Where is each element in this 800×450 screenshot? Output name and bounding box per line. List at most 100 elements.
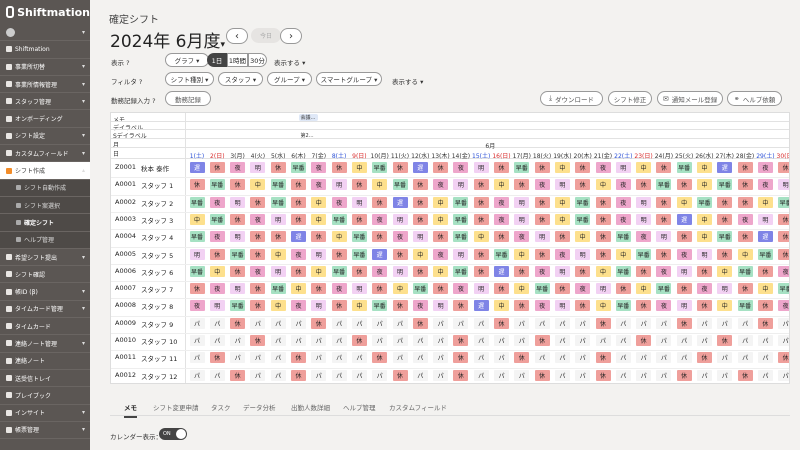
shift-cell[interactable]: パ (717, 369, 733, 381)
shift-cell[interactable]: 休 (209, 162, 225, 173)
shift-cell[interactable]: パ (615, 335, 631, 346)
shift-cell[interactable]: 明 (331, 179, 347, 191)
shift-cell[interactable]: パ (757, 369, 773, 381)
shift-cell[interactable]: 休 (351, 179, 367, 191)
shift-cell[interactable]: 明 (453, 248, 469, 260)
sidebar-item-1[interactable]: Shiftmation (0, 41, 90, 59)
seg-1day-button[interactable]: 1日 (207, 53, 227, 67)
shift-cell[interactable]: 早番 (534, 283, 550, 295)
shift-cell[interactable]: 明 (514, 196, 530, 208)
shift-cell[interactable]: パ (554, 352, 570, 364)
shift-cell[interactable]: パ (331, 317, 347, 329)
shift-cell[interactable]: パ (494, 335, 509, 346)
shift-cell[interactable]: 休 (392, 248, 408, 260)
shift-cell[interactable]: 明 (554, 179, 570, 191)
shift-cell[interactable]: 早番 (230, 248, 246, 260)
shift-cell[interactable]: 休 (453, 335, 469, 346)
shift-cell[interactable]: 早番 (697, 196, 712, 208)
shift-cell[interactable]: パ (291, 335, 306, 346)
shift-cell[interactable]: 休 (697, 265, 712, 277)
shift-cell[interactable]: 休 (433, 231, 449, 243)
download-button[interactable]: ⤓ ダウンロード (540, 91, 603, 106)
shift-cell[interactable]: 休 (392, 300, 408, 312)
memo-tag[interactable]: 会議… (298, 114, 318, 121)
staff-name[interactable]: スタッフ 5 (141, 250, 173, 260)
sidebar-item-4[interactable]: スタッフ管理 ▾ (0, 93, 90, 111)
shift-cell[interactable]: 休 (291, 213, 306, 225)
shift-cell[interactable]: 早番 (717, 231, 733, 243)
shift-cell[interactable]: 休 (209, 352, 225, 364)
shift-cell[interactable]: 中 (351, 162, 367, 173)
shift-cell[interactable]: 休 (575, 162, 591, 173)
shift-cell[interactable]: 休 (575, 300, 591, 312)
shift-cell[interactable]: 休 (676, 283, 692, 295)
shift-cell[interactable]: パ (473, 369, 489, 381)
shift-cell[interactable]: 明 (554, 300, 570, 312)
shift-cell[interactable]: パ (737, 352, 753, 364)
shift-cell[interactable]: 中 (554, 162, 570, 173)
shift-cell[interactable]: 中 (697, 179, 712, 191)
shift-cell[interactable]: 遅 (473, 300, 489, 312)
shift-cell[interactable]: 早番 (737, 300, 753, 312)
shift-cell[interactable]: 早番 (615, 300, 631, 312)
shift-cell[interactable]: 休 (412, 196, 428, 208)
shift-cell[interactable]: 明 (189, 248, 205, 260)
shift-cell[interactable]: パ (554, 369, 570, 381)
shift-cell[interactable]: 休 (291, 265, 306, 277)
shift-cell[interactable]: 早番 (676, 162, 692, 173)
shift-cell[interactable]: 早番 (189, 196, 205, 208)
shift-cell[interactable]: パ (494, 369, 509, 381)
shift-cell[interactable]: 中 (331, 231, 347, 243)
tab-task[interactable]: タスク (211, 402, 231, 412)
shift-cell[interactable]: 中 (209, 265, 225, 277)
shift-cell[interactable]: パ (615, 317, 631, 329)
shift-cell[interactable]: 早番 (331, 265, 347, 277)
shift-cell[interactable]: 早番 (372, 162, 388, 173)
shift-cell[interactable]: 早番 (351, 248, 367, 260)
shift-cell[interactable]: 夜 (656, 300, 672, 312)
shift-cell[interactable]: 早番 (453, 265, 469, 277)
shift-cell[interactable]: 休 (494, 317, 509, 329)
shift-cell[interactable]: 明 (697, 248, 712, 260)
shift-cell[interactable]: 明 (392, 213, 408, 225)
filter-show-dropdown[interactable]: 表示する ▾ (392, 76, 423, 86)
shift-cell[interactable]: パ (778, 369, 789, 381)
shift-cell[interactable]: 休 (412, 317, 428, 329)
shift-cell[interactable]: パ (372, 317, 388, 329)
shift-cell[interactable]: パ (757, 335, 773, 346)
shift-cell[interactable]: 休 (697, 300, 712, 312)
shift-cell[interactable]: 中 (554, 213, 570, 225)
shift-cell[interactable]: パ (494, 352, 509, 364)
shift-cell[interactable]: パ (189, 317, 205, 329)
shift-cell[interactable]: パ (575, 335, 591, 346)
shift-cell[interactable]: 夜 (392, 231, 408, 243)
shift-cell[interactable]: 休 (473, 196, 489, 208)
shift-cell[interactable]: 遅 (494, 265, 509, 277)
shift-cell[interactable]: 休 (737, 369, 753, 381)
shift-cell[interactable]: 中 (697, 231, 712, 243)
shift-cell[interactable]: 休 (291, 352, 306, 364)
shift-cell[interactable]: 早番 (453, 196, 469, 208)
tab-memo[interactable]: メモ (124, 402, 137, 418)
shift-cell[interactable]: パ (412, 352, 428, 364)
shift-cell[interactable]: 休 (230, 179, 246, 191)
shift-cell[interactable]: 明 (250, 162, 266, 173)
shift-cell[interactable]: パ (656, 352, 672, 364)
sidebar-item-10[interactable]: シフト案選択 (0, 196, 90, 215)
shift-cell[interactable]: 早番 (412, 283, 428, 295)
shift-cell[interactable]: 休 (250, 248, 266, 260)
shift-cell[interactable]: 早番 (494, 248, 509, 260)
shift-cell[interactable]: 休 (189, 179, 205, 191)
shift-cell[interactable]: 休 (311, 283, 327, 295)
shift-cell[interactable]: 明 (595, 283, 611, 295)
shift-cell[interactable]: 明 (209, 300, 225, 312)
shift-cell[interactable]: パ (778, 335, 789, 346)
sidebar-item-16[interactable]: タイムカード管理 ▾ (0, 301, 90, 319)
shift-cell[interactable]: 早番 (717, 179, 733, 191)
shift-cell[interactable]: 休 (595, 213, 611, 225)
sidebar-item-5[interactable]: オンボーディング (0, 110, 90, 128)
shift-cell[interactable]: 休 (717, 213, 733, 225)
shift-cell[interactable]: パ (331, 335, 347, 346)
shift-cell[interactable]: 早番 (351, 231, 367, 243)
shift-cell[interactable]: 休 (291, 196, 306, 208)
